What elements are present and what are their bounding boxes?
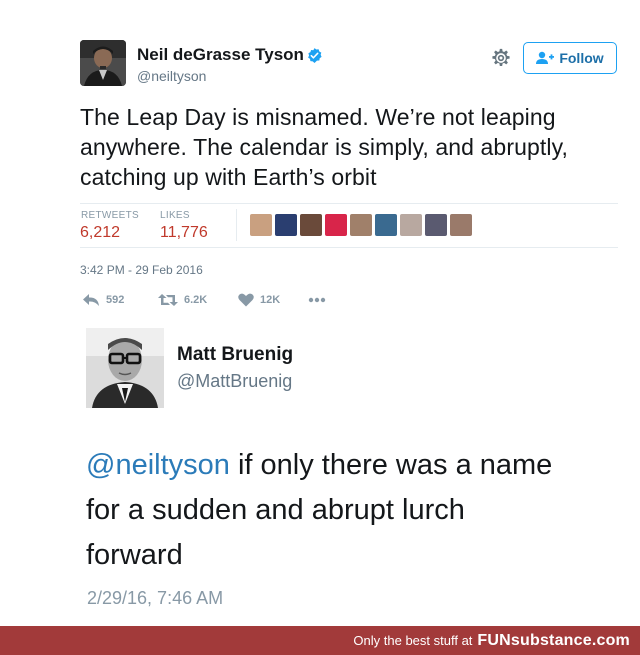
reply-icon [83, 294, 99, 306]
liker-avatar[interactable] [325, 214, 347, 236]
liker-avatar[interactable] [250, 214, 272, 236]
more-dots-icon [308, 297, 326, 303]
retweet-button[interactable]: 6.2K [158, 293, 238, 307]
follow-button-label: Follow [559, 50, 604, 66]
tweet-timestamp[interactable]: 3:42 PM - 29 Feb 2016 [80, 263, 203, 277]
reply-button[interactable]: 592 [82, 293, 158, 307]
gear-icon[interactable] [491, 48, 511, 68]
add-user-icon [536, 51, 555, 64]
retweet-count: 6.2K [184, 294, 208, 306]
footer-tagline: Only the best stuff at [353, 633, 473, 648]
liker-avatar[interactable] [300, 214, 322, 236]
mention-link[interactable]: @neiltyson [86, 449, 230, 481]
liker-avatar[interactable] [375, 214, 397, 236]
retweets-count[interactable]: 6,212 [80, 224, 120, 242]
liker-avatars [250, 214, 472, 236]
reply-author-handle[interactable]: @MattBruenig [177, 371, 292, 392]
author-avatar[interactable] [80, 40, 126, 86]
liker-avatar[interactable] [425, 214, 447, 236]
more-button[interactable] [308, 297, 326, 303]
likes-label: LIKES [160, 210, 190, 221]
avatar-portrait-icon [80, 40, 126, 86]
author-handle[interactable]: @neiltyson [137, 68, 206, 84]
tweet-text: The Leap Day is misnamed. We’re not leap… [80, 104, 568, 190]
liker-avatar[interactable] [350, 214, 372, 236]
author-name[interactable]: Neil deGrasse Tyson [137, 45, 304, 65]
heart-icon [238, 293, 254, 307]
likes-count[interactable]: 11,776 [160, 224, 208, 242]
verified-badge-icon [308, 48, 322, 63]
reply-author-avatar[interactable] [86, 328, 164, 408]
stats-separator [236, 209, 237, 241]
reply-author-name[interactable]: Matt Bruenig [177, 344, 293, 366]
divider [80, 203, 618, 204]
liker-avatar[interactable] [400, 214, 422, 236]
reply-text: @neiltyson if only there was a name for … [86, 443, 566, 578]
retweets-label: RETWEETS [81, 210, 139, 221]
footer-brand[interactable]: FUNsubstance.com [477, 632, 630, 650]
retweet-icon [158, 294, 178, 306]
liker-avatar[interactable] [450, 214, 472, 236]
reply-timestamp[interactable]: 2/29/16, 7:46 AM [87, 588, 223, 609]
avatar-portrait-icon [86, 328, 164, 408]
like-count: 12K [260, 294, 281, 306]
liker-avatar[interactable] [275, 214, 297, 236]
reply-count: 592 [106, 294, 125, 306]
divider [80, 247, 618, 248]
tweet-actions: 592 6.2K 12K [82, 293, 326, 307]
watermark-banner: Only the best stuff at FUNsubstance.com [0, 626, 640, 655]
like-button[interactable]: 12K [238, 293, 308, 307]
follow-button[interactable]: Follow [523, 42, 617, 74]
